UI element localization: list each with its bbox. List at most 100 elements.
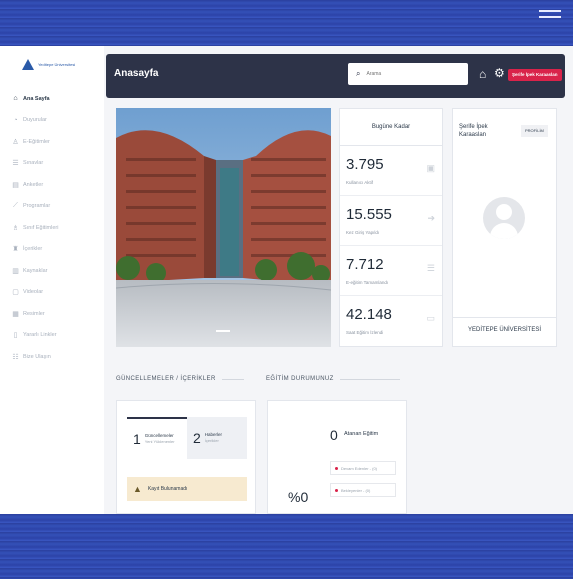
assigned-count: 0 (330, 427, 338, 443)
content-icon: ♜ (12, 246, 19, 254)
stat-item: 15.555 Kez Giriş Yapıldı ➔ (340, 196, 442, 246)
top-bar: Anasayfa ⌕ ⌂ ⚙ Şerife İpek Karaaslan (106, 54, 565, 98)
sidebar-item[interactable]: ▦ Resimler (12, 303, 102, 325)
sidebar-item-label: Bize Ulaşın (23, 353, 51, 360)
updates-section-label: GÜNCELLEMELER / İÇERİKLER (116, 376, 216, 382)
survey-icon: ▤ (12, 181, 19, 189)
slider-indicator[interactable] (216, 330, 230, 332)
sidebar-item[interactable]: ♗ Sınıf Eğitimleri (12, 217, 102, 239)
id-card-icon: ▣ (426, 163, 435, 173)
legend-text: Devam Edenler - (0) (341, 465, 378, 471)
profile-card: Şerife İpek Karaaslan PROFİLİM YEDİTEPE … (452, 108, 557, 347)
sidebar-item-label: Yararlı Linkler (23, 332, 57, 339)
no-record-notice: ▲ Kayıt Bulunamadı (127, 477, 247, 501)
monitor-icon: ▭ (426, 313, 435, 323)
assigned-label: Atanan Eğitim (344, 431, 379, 437)
stats-panel: Bugüne Kadar 3.795 Kullanıcı Aktif ▣ 15.555… (339, 108, 443, 347)
sidebar-nav: ⌂ Ana Sayfa ◔ Duyurular ♙ E-Eğitimler ☰ Sınavla… (12, 88, 102, 368)
graduation-cap-icon: ♙ (12, 138, 19, 146)
updates-tabs: 1 Güncellemeler Yeni Yüklenenler 2 Haber… (127, 417, 247, 459)
search-box[interactable]: ⌕ (348, 63, 468, 85)
warning-icon: ▲ (133, 484, 142, 494)
chart-line-icon: ⟋ (13, 202, 18, 210)
stat-value: 42.148 (346, 306, 392, 323)
sidebar-item-label: Resimler (23, 310, 45, 317)
tab-number: 1 (133, 431, 141, 447)
university-logo[interactable]: Yeditepe Üniversitesi (22, 56, 82, 72)
notice-text: Kayıt Bulunamadı (147, 486, 188, 492)
updates-section-title: GÜNCELLEMELER / İÇERİKLER (116, 376, 244, 382)
tab-updates[interactable]: 1 Güncellemeler Yeni Yüklenenler (127, 417, 187, 459)
sign-in-icon: ➔ (427, 213, 435, 223)
logo-triangle-icon (22, 58, 34, 70)
home-icon[interactable]: ⌂ (479, 67, 486, 81)
sidebar-item[interactable]: ▯ Yararlı Linkler (12, 325, 102, 347)
education-section-label: EĞİTİM DURUMUNUZ (266, 376, 334, 382)
legend-dot-icon (335, 488, 338, 492)
list-icon: ☰ (426, 263, 435, 273)
stat-label: Saat Eğitim İzlendi (346, 330, 384, 335)
library-icon: ▥ (12, 267, 19, 275)
legend-pending[interactable]: Bekleyenler - (0) (330, 483, 396, 497)
section-divider (339, 378, 400, 380)
menu-lines-icon (539, 10, 561, 24)
search-input[interactable] (366, 71, 447, 77)
avatar (483, 197, 525, 239)
sidebar-item[interactable]: ⌂ Ana Sayfa (12, 88, 102, 110)
stat-value: 3.795 (346, 156, 384, 173)
search-icon: ⌕ (356, 69, 361, 78)
sidebar-item[interactable]: ▥ Kaynaklar (12, 260, 102, 282)
sidebar-item[interactable]: ☰ Sınavlar (12, 153, 102, 175)
stats-heading: Bugüne Kadar (340, 109, 442, 146)
sidebar-item[interactable]: ♜ İçerikler (12, 239, 102, 261)
bullhorn-icon: ◔ (13, 116, 18, 124)
classroom-icon: ♗ (12, 224, 19, 232)
avatar-head-icon (496, 204, 512, 220)
profile-name: Şerife İpek Karaaslan (459, 124, 488, 138)
sidebar-item-label: Anketler (23, 181, 44, 188)
stat-label: Kullanıcı Aktif (346, 180, 374, 185)
stat-item: 7.712 E-eğitim Tamamlandı ☰ (340, 246, 442, 296)
video-icon: ▢ (12, 289, 19, 297)
contact-icon: ☷ (12, 353, 19, 361)
sidebar-item[interactable]: ◔ Duyurular (12, 110, 102, 132)
stat-item: 42.148 Saat Eğitim İzlendi ▭ (340, 296, 442, 346)
stat-value: 15.555 (346, 206, 392, 223)
profile-university: YEDİTEPE ÜNİVERSİTESİ (453, 317, 556, 333)
exam-icon: ☰ (12, 160, 19, 168)
sidebar-item-label: E-Eğitimler (23, 138, 50, 145)
education-card: 0 Atanan Eğitim Devam Edenler - (0) Bekl… (267, 400, 407, 514)
stat-label: Kez Giriş Yapıldı (346, 230, 380, 235)
campus-building-illustration (116, 108, 331, 347)
tab-subtitle: İçerikler (204, 438, 219, 443)
updates-card: 1 Güncellemeler Yeni Yüklenenler 2 Haber… (116, 400, 256, 514)
app-page: Yeditepe Üniversitesi ⌂ Ana Sayfa ◔ Duyurul… (0, 46, 573, 514)
sidebar-item-label: Programlar (23, 203, 51, 210)
campus-photo (116, 108, 331, 347)
stat-item: 3.795 Kullanıcı Aktif ▣ (340, 146, 442, 196)
sidebar-item-label: Sınavlar (23, 160, 44, 167)
stat-value: 7.712 (346, 256, 384, 273)
legend-in-progress[interactable]: Devam Edenler - (0) (330, 461, 396, 475)
home-icon: ⌂ (13, 95, 18, 103)
bottom-color-band (0, 514, 573, 579)
sidebar-item[interactable]: ▤ Anketler (12, 174, 102, 196)
sidebar-item[interactable]: ⟋ Programlar (12, 196, 102, 218)
sidebar-item[interactable]: ♙ E-Eğitimler (12, 131, 102, 153)
tab-subtitle: Yeni Yüklenenler (144, 439, 175, 444)
sidebar-item-label: İçerikler (23, 246, 43, 253)
tab-number: 2 (193, 430, 201, 446)
avatar-body-icon (490, 223, 518, 239)
sidebar-item[interactable]: ☷ Bize Ulaşın (12, 346, 102, 368)
my-profile-button[interactable]: PROFİLİM (521, 125, 548, 137)
logo-text: Yeditepe Üniversitesi (38, 61, 76, 67)
sidebar: Yeditepe Üniversitesi ⌂ Ana Sayfa ◔ Duyurul… (0, 46, 104, 514)
sidebar-item[interactable]: ▢ Videolar (12, 282, 102, 304)
tab-news[interactable]: 2 Haberler İçerikler (187, 417, 247, 459)
gear-icon[interactable]: ⚙ (494, 66, 505, 80)
user-menu-button[interactable]: Şerife İpek Karaaslan (508, 69, 562, 81)
legend-dot-icon (335, 466, 338, 470)
section-divider (221, 378, 244, 380)
sidebar-item-label: Duyurular (23, 117, 47, 124)
education-section-title: EĞİTİM DURUMUNUZ (266, 376, 400, 382)
